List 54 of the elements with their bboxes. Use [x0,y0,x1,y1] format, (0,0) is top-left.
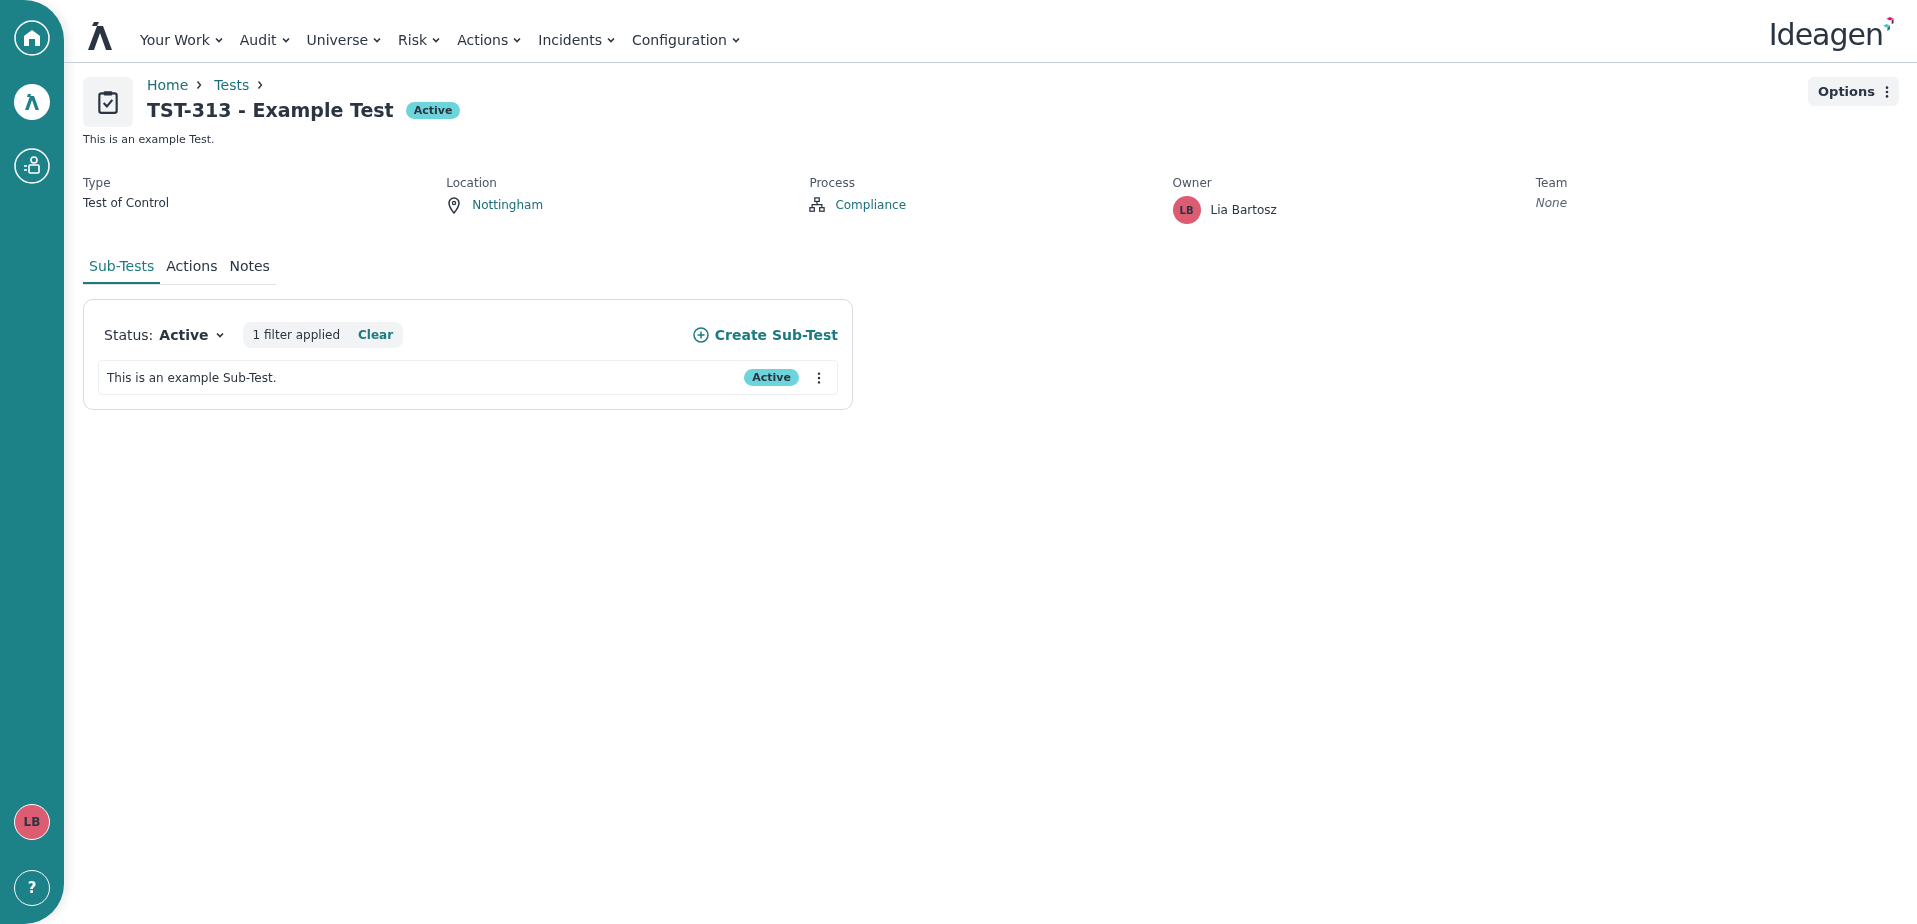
nav-menu[interactable]: Configuration [626,28,747,52]
nav-menu[interactable]: Risk [392,28,448,52]
chevron-down-icon [431,35,442,45]
field-label: Location [446,176,498,190]
plus-circle-icon [692,327,709,343]
page-title: TST-313 - Example Test [147,99,394,121]
chevron-right-icon [196,80,203,90]
chevron-down-icon [512,35,523,45]
cubes-icon [1883,15,1897,33]
owner-avatar: LB [1172,196,1201,224]
status-badge: Active [405,101,461,119]
more-options-icon[interactable] [817,370,821,385]
nav-menu[interactable]: Incidents [532,28,622,52]
tab[interactable]: Sub-Tests [83,252,161,284]
owner-name: Lia Bartosz [1210,203,1277,217]
chevron-down-icon [213,35,224,45]
sub-test-row[interactable]: This is an example Sub-Test. Active [98,360,838,395]
clear-button[interactable]: Clear [358,328,394,342]
field-label: Owner [1172,176,1213,190]
chevron-down-icon [730,35,741,45]
field-label: Process [809,176,856,190]
breadcrumb-link[interactable]: Tests [214,77,250,93]
sub-test-text: This is an example Sub-Test. [107,370,277,385]
location-pin-icon [446,196,463,214]
chevron-down-icon [214,330,225,340]
chevron-down-icon [280,35,291,45]
create-sub-test-button[interactable]: Create Sub-Test [692,327,838,343]
nav-menu[interactable]: Your Work [134,28,230,52]
nav-menu[interactable]: Audit [233,28,297,52]
status-badge: Active [744,369,799,386]
clipboard-check-icon [95,89,121,115]
filter-summary: 1 filter applied [252,328,340,342]
nav-menu[interactable]: Actions [451,28,529,52]
brand-wordmark: Ideagen [1768,17,1883,52]
field-value: None [1535,196,1568,210]
tab[interactable]: Actions [160,252,224,284]
home-icon[interactable] [14,20,50,56]
nav-menu[interactable]: Universe [300,28,389,52]
options-button[interactable]: Options [1808,77,1899,106]
chevron-right-icon [257,80,264,90]
chevron-down-icon [372,35,383,45]
field-label: Type [83,176,112,190]
chevron-down-icon [606,35,616,45]
description: This is an example Test. [83,133,216,146]
field-label: Team [1535,176,1569,190]
status-filter-dropdown[interactable]: Status: Active [98,323,231,347]
user-list-icon[interactable] [14,148,50,184]
breadcrumb-link[interactable]: Home [147,77,189,93]
hierarchy-icon [809,196,826,214]
process-link[interactable]: Compliance [835,198,907,212]
more-options-icon [1885,84,1889,99]
field-value: Test of Control [83,196,170,210]
location-link[interactable]: Nottingham [472,198,544,212]
tab[interactable]: Notes [223,252,276,284]
